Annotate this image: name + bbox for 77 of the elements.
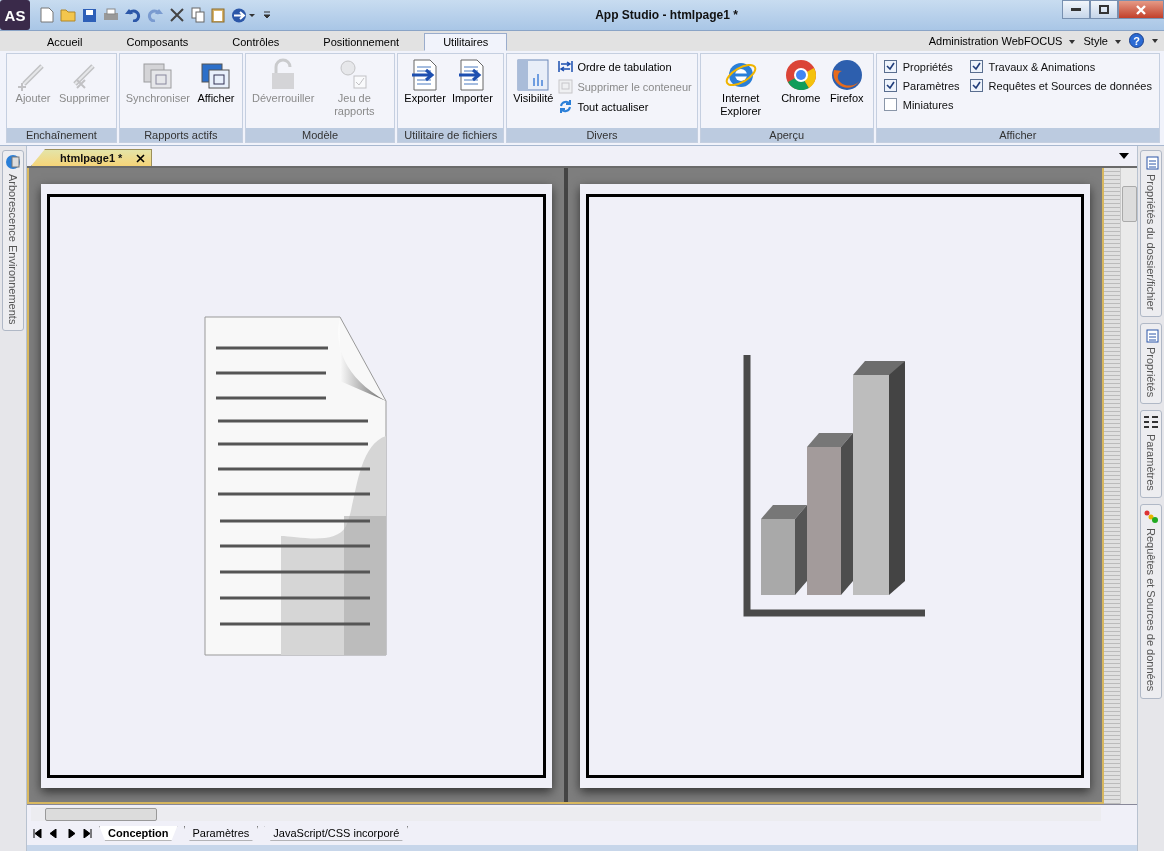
window-title: App Studio - htmlpage1 * xyxy=(594,8,739,22)
ribbon-tab[interactable]: Positionnement xyxy=(304,33,419,51)
vertical-scrollbar[interactable] xyxy=(1120,168,1137,804)
checkbox-box[interactable] xyxy=(969,60,983,73)
horizontal-scrollbar[interactable] xyxy=(31,807,1101,821)
ribbon-button[interactable]: Exporter xyxy=(401,56,449,107)
minimize-button[interactable] xyxy=(1062,0,1090,19)
ribbon-tab[interactable]: Accueil xyxy=(28,33,102,51)
close-icon[interactable] xyxy=(136,153,146,163)
minimize-icon xyxy=(1071,7,1081,12)
ribbon-button[interactable]: Chrome xyxy=(777,56,824,107)
maximize-button[interactable] xyxy=(1090,0,1118,19)
side-panel-tab[interactable]: Arborescence Environnements xyxy=(2,150,24,332)
group-caption: Utilitaire de fichiers xyxy=(398,128,504,142)
firefox-icon xyxy=(829,58,864,92)
ribbon-button[interactable]: Internet Explorer xyxy=(703,56,778,120)
clipboard-icon[interactable] xyxy=(211,7,225,23)
refresh-icon xyxy=(558,99,574,114)
maximize-icon xyxy=(1099,5,1109,14)
container-icon xyxy=(558,79,574,94)
ribbon-button[interactable]: Importer xyxy=(448,56,496,107)
tab-navigation-icon[interactable] xyxy=(33,828,93,838)
arrow-right-icon[interactable] xyxy=(231,7,257,23)
printer-icon[interactable] xyxy=(103,7,119,23)
dots-icon xyxy=(1143,508,1159,525)
ribbon-button[interactable]: Firefox xyxy=(823,56,870,107)
ribbon-button[interactable]: Afficher xyxy=(192,56,239,107)
group-caption: Enchaînement xyxy=(7,128,116,142)
checkbox-box[interactable] xyxy=(969,79,983,92)
close-button[interactable] xyxy=(1118,0,1164,19)
tab-order-icon xyxy=(558,59,574,74)
parameters-icon xyxy=(1143,414,1159,431)
save-icon[interactable] xyxy=(82,7,97,23)
sheet-tab[interactable]: Conception xyxy=(99,825,178,841)
group-caption: Modèle xyxy=(245,128,395,142)
caret-icon xyxy=(1115,39,1121,44)
checkbox[interactable]: Travaux & Animations xyxy=(969,60,1152,73)
panel-list-icon xyxy=(1143,154,1159,170)
dropdown-menu[interactable]: Style xyxy=(1083,34,1121,47)
checkbox[interactable]: Propriétés xyxy=(883,60,960,73)
chrome-icon xyxy=(783,58,818,92)
new-file-icon[interactable] xyxy=(40,7,54,23)
ribbon-tab[interactable]: Utilitaires xyxy=(424,33,508,51)
undo-icon[interactable] xyxy=(125,8,141,22)
checkbox[interactable]: Paramètres xyxy=(883,79,960,92)
checkbox[interactable]: Requêtes et Sources de données xyxy=(969,79,1152,92)
side-panel-tab[interactable]: Requêtes et Sources de données xyxy=(1140,504,1162,699)
ribbon-button[interactable]: Tout actualiser xyxy=(556,98,694,115)
caret-icon xyxy=(1069,39,1076,44)
group-caption: Divers xyxy=(507,128,697,142)
side-panel-tab[interactable]: Propriétés du dossier/fichier xyxy=(1140,150,1162,318)
checkbox-box[interactable] xyxy=(883,60,897,73)
checkbox-box[interactable] xyxy=(883,79,897,92)
dropdown-icon[interactable] xyxy=(1119,153,1129,159)
copy-icon[interactable] xyxy=(191,7,205,23)
sheet-tab[interactable]: Paramètres xyxy=(183,825,259,841)
group-caption: Aperçu xyxy=(700,128,873,142)
side-panel-tab[interactable]: Paramètres xyxy=(1140,410,1162,499)
app-logo[interactable]: AS xyxy=(0,0,30,30)
group-caption: Afficher xyxy=(876,128,1159,142)
panel-list-icon xyxy=(1143,327,1159,344)
checkbox[interactable]: Miniatures xyxy=(883,98,960,111)
checkbox-box[interactable] xyxy=(883,98,897,111)
ribbon-button[interactable]: Visibilité xyxy=(510,56,557,107)
side-panel-tab[interactable]: Propriétés xyxy=(1140,323,1162,405)
visibility-icon xyxy=(516,58,551,92)
ribbon-tab[interactable]: Composants xyxy=(107,33,208,51)
ribbon-tab[interactable]: Contrôles xyxy=(213,33,299,51)
close-icon xyxy=(1136,4,1146,15)
dropdown-menu[interactable]: Administration WebFOCUS xyxy=(928,34,1076,47)
ribbon-button[interactable]: Ordre de tabulation xyxy=(556,58,694,75)
caret-icon[interactable] xyxy=(1152,38,1158,43)
customize-icon[interactable] xyxy=(263,9,271,21)
help-button[interactable]: ? xyxy=(1129,33,1144,48)
document-tab[interactable]: htmlpage1 * xyxy=(31,149,153,166)
group-caption: Rapports actifs xyxy=(119,128,242,142)
sheet-tab[interactable]: JavaScript/CSS incorporé xyxy=(264,825,409,841)
